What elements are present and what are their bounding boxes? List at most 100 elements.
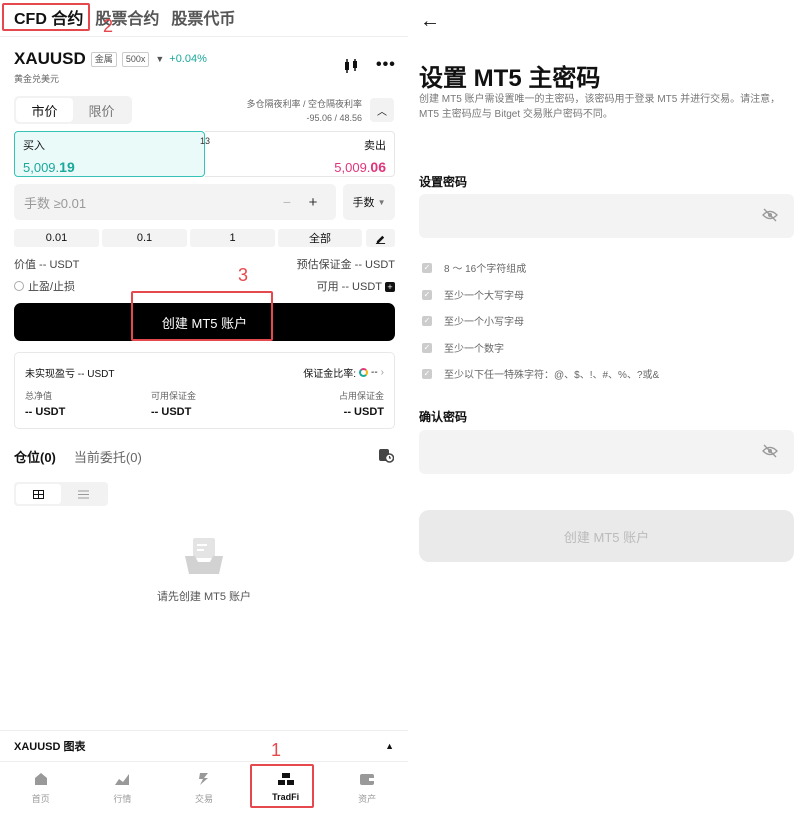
value-text: 价值 -- USDT — [14, 259, 80, 271]
position-tabs: 仓位(0) 当前委托(0) — [14, 447, 160, 466]
divider — [0, 36, 408, 37]
bottom-nav: 首页 行情 交易 TradFi 资产 — [0, 761, 408, 816]
page-description: 创建 MT5 账户需设置唯一的主密码，该密码用于登录 MT5 并进行交易。请注意… — [419, 94, 781, 120]
eye-off-icon[interactable] — [762, 208, 778, 222]
check-icon: ✓ — [422, 368, 432, 379]
nav-assets[interactable]: 资产 — [326, 762, 408, 816]
funding-rate-value: -95.06 / 48.56 — [306, 113, 362, 123]
buy-button[interactable]: 买入 5,009.19 — [14, 131, 205, 177]
card-view-icon[interactable] — [16, 484, 61, 504]
tab-stock-token[interactable]: 股票代币 — [171, 5, 235, 29]
mt5-password-panel: ← 设置 MT5 主密码 创建 MT5 账户需设置唯一的主密码，该密码用于登录 … — [408, 0, 800, 816]
annotation-number-3: 3 — [238, 265, 249, 285]
order-type-toggle: 市价 限价 — [14, 96, 132, 124]
history-icon[interactable] — [378, 447, 394, 463]
sell-price: 5,009.06 — [334, 159, 386, 175]
more-icon[interactable]: ••• — [376, 56, 396, 74]
trade-icon — [198, 773, 208, 785]
quantity-input[interactable]: 手数 ≥0.01 — [24, 193, 274, 212]
annotation-box-3 — [131, 291, 273, 341]
symbol-name: XAUUSD — [14, 49, 86, 68]
view-toggle — [14, 482, 108, 506]
tab-positions[interactable]: 仓位(0) — [14, 447, 56, 466]
check-icon: ✓ — [422, 289, 432, 300]
annotation-box-2 — [2, 3, 90, 31]
category-tag: 金属 — [90, 51, 117, 67]
nav-home[interactable]: 首页 — [0, 762, 82, 816]
used-margin: 占用保证金 -- USDT — [338, 391, 384, 418]
rule-length: ✓ 8 ～ 16个字符组成 — [422, 262, 527, 275]
home-icon — [34, 773, 47, 785]
empty-state-text: 请先创建 MT5 账户 — [156, 591, 252, 603]
eye-off-icon[interactable] — [762, 444, 778, 458]
check-icon: ✓ — [422, 262, 432, 273]
nav-markets[interactable]: 行情 — [82, 762, 164, 816]
symbol-subtitle: 黄金兑美元 — [14, 74, 60, 84]
margin-ratio[interactable]: 保证金比率: -- › — [303, 365, 384, 380]
triangle-up-icon[interactable]: ▲ — [385, 741, 394, 751]
chart-label: XAUUSD 图表 — [14, 740, 86, 753]
tab-open-orders[interactable]: 当前委托(0) — [74, 447, 142, 466]
tab-market-order[interactable]: 市价 — [16, 98, 73, 122]
value-row: 价值 -- USDT 预估保证金 -- USDT — [14, 256, 395, 272]
buy-label: 买入 — [23, 140, 45, 152]
symbol-header[interactable]: XAUUSD 金属 500x ▼ +0.04% — [14, 49, 207, 69]
unrealized-pnl: 未实现盈亏 -- USDT — [25, 369, 115, 380]
quick-amounts: 0.01 0.1 1 全部 — [14, 229, 365, 247]
list-view-icon[interactable] — [61, 484, 106, 504]
caret-down-icon[interactable]: ▼ — [155, 54, 164, 64]
page-title: 设置 MT5 主密码 — [419, 65, 601, 92]
quick-amount-chip[interactable]: 全部 — [278, 229, 362, 247]
sell-button[interactable]: 卖出 5,009.06 — [205, 131, 395, 177]
check-icon: ✓ — [422, 342, 432, 353]
quick-amount-chip[interactable]: 1 — [190, 229, 275, 247]
rule-digit: ✓ 至少一个数字 — [422, 342, 504, 355]
wallet-icon — [360, 774, 375, 785]
quantity-stepper[interactable]: 手数 ≥0.01 − + — [14, 184, 336, 220]
leverage-tag[interactable]: 500x — [121, 51, 150, 67]
chevron-right-icon: › — [380, 367, 384, 378]
quick-amount-chip[interactable]: 0.01 — [14, 229, 99, 247]
caret-down-icon: ▼ — [377, 197, 386, 207]
rule-special-char: ✓ 至少以下任一特殊字符：@、$、!、#、%、?或& — [422, 368, 660, 381]
candlestick-icon[interactable] — [343, 58, 359, 74]
quick-amount-chip[interactable]: 0.1 — [102, 229, 187, 247]
rule-uppercase: ✓ 至少一个大写字母 — [422, 289, 524, 302]
trading-panel: CFD 合约 股票合约 股票代币 2 XAUUSD 金属 500x ▼ +0.0… — [0, 0, 408, 816]
funding-rate: 多仓隔夜利率 / 空仓隔夜利率 -95.06 / 48.56 — [246, 97, 362, 125]
spread-value: 13 — [200, 136, 211, 146]
password-field[interactable] — [419, 194, 794, 238]
chevron-up-icon: ︿ — [377, 106, 387, 118]
total-equity: 总净值 -- USDT — [25, 391, 66, 418]
rule-lowercase: ✓ 至少一个小写字母 — [422, 315, 524, 328]
collapse-button[interactable]: ︿ — [370, 98, 394, 122]
markets-icon — [115, 774, 130, 785]
ratio-ring-icon — [358, 368, 368, 377]
annotation-number-2: 2 — [103, 16, 114, 36]
unit-select[interactable]: 手数 ▼ — [343, 184, 395, 220]
confirm-password-field[interactable] — [419, 430, 794, 474]
tab-limit-order[interactable]: 限价 — [73, 98, 130, 122]
sell-label: 卖出 — [364, 140, 386, 152]
edit-icon[interactable] — [366, 229, 395, 247]
annotation-number-1: 1 — [271, 740, 282, 760]
empty-box-icon — [185, 538, 223, 574]
checkbox-icon[interactable] — [14, 281, 24, 291]
available-margin: 可用保证金 -- USDT — [151, 391, 197, 418]
add-funds-icon[interactable]: + — [385, 282, 395, 292]
funding-rate-label: 多仓隔夜利率 / 空仓隔夜利率 — [246, 99, 362, 109]
submit-create-account-button[interactable]: 创建 MT5 账户 — [419, 510, 794, 562]
back-arrow-icon[interactable]: ← — [420, 10, 440, 33]
account-summary-card: 未实现盈亏 -- USDT 保证金比率: -- › 总净值 -- USDT 可用保… — [14, 352, 395, 429]
set-password-label: 设置密码 — [419, 175, 468, 189]
confirm-password-label: 确认密码 — [419, 410, 468, 424]
decrease-button[interactable]: − — [274, 194, 300, 210]
increase-button[interactable]: + — [300, 194, 326, 211]
tpsl-toggle[interactable]: 止盈/止损 — [14, 278, 75, 294]
chart-drawer[interactable]: XAUUSD 图表 ▲ — [0, 730, 408, 760]
buy-price: 5,009.19 — [23, 159, 75, 175]
annotation-box-1 — [250, 764, 314, 808]
price-change: +0.04% — [169, 53, 207, 65]
nav-trade[interactable]: 交易 — [163, 762, 245, 816]
margin-estimate-text: 预估保证金 -- USDT — [296, 259, 395, 271]
